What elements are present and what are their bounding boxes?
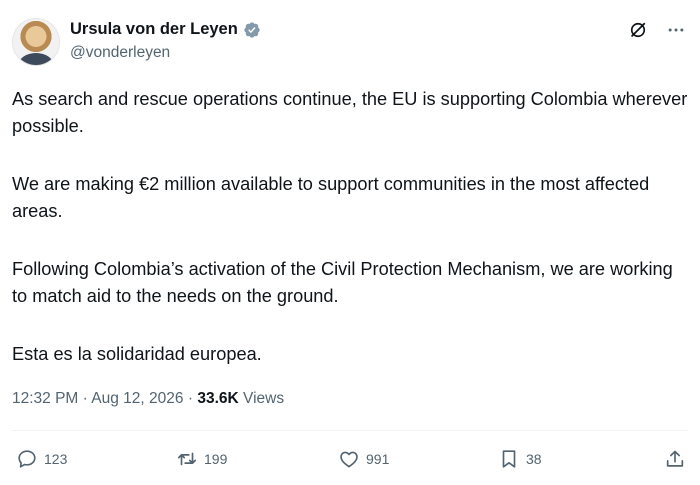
divider: [12, 430, 688, 431]
reply-count: 123: [44, 451, 68, 467]
views-count[interactable]: 33.6K: [197, 390, 238, 407]
meta-separator: ·: [187, 390, 194, 407]
reply-icon: [18, 450, 36, 468]
action-bar: 123 199 991 38: [16, 448, 686, 474]
share-button[interactable]: [664, 448, 686, 470]
meta-separator: ·: [82, 390, 88, 407]
like-button[interactable]: 991: [338, 448, 389, 470]
tweet-paragraph: We are making €2 million available to su…: [12, 174, 650, 221]
share-icon: [666, 450, 684, 467]
tweet-meta: 12:32 PM · Aug 12, 2026 · 33.6K Views: [12, 390, 284, 408]
author-display-name[interactable]: Ursula von der Leyen: [70, 20, 238, 39]
like-count: 991: [366, 451, 390, 467]
reply-button[interactable]: 123: [16, 448, 67, 470]
repost-icon: [177, 452, 197, 466]
tweet-text: As search and rescue operations continue…: [12, 86, 688, 399]
bookmark-button[interactable]: 38: [498, 448, 542, 470]
tweet-paragraph: Following Colombia’s activation of the C…: [12, 259, 673, 306]
grok-icon[interactable]: [628, 20, 648, 40]
top-actions: [628, 20, 686, 40]
avatar-shoulders: [19, 53, 53, 65]
verified-badge-icon[interactable]: [243, 21, 261, 39]
tweet-date[interactable]: Aug 12, 2026: [91, 390, 183, 407]
author-name-row: Ursula von der Leyen: [70, 20, 261, 39]
heart-icon: [340, 451, 358, 468]
author-handle[interactable]: @vonderleyen: [70, 44, 170, 62]
repost-button[interactable]: 199: [176, 448, 227, 470]
tweet-paragraph: As search and rescue operations continue…: [12, 89, 688, 136]
repost-count: 199: [204, 451, 228, 467]
views-label: Views: [243, 390, 285, 407]
avatar[interactable]: [12, 18, 60, 66]
bookmark-icon: [502, 450, 516, 468]
tweet-time[interactable]: 12:32 PM: [12, 390, 78, 407]
more-options-icon[interactable]: [666, 20, 686, 40]
bookmark-count: 38: [526, 451, 542, 467]
tweet-paragraph: Esta es la solidaridad europea.: [12, 344, 262, 364]
